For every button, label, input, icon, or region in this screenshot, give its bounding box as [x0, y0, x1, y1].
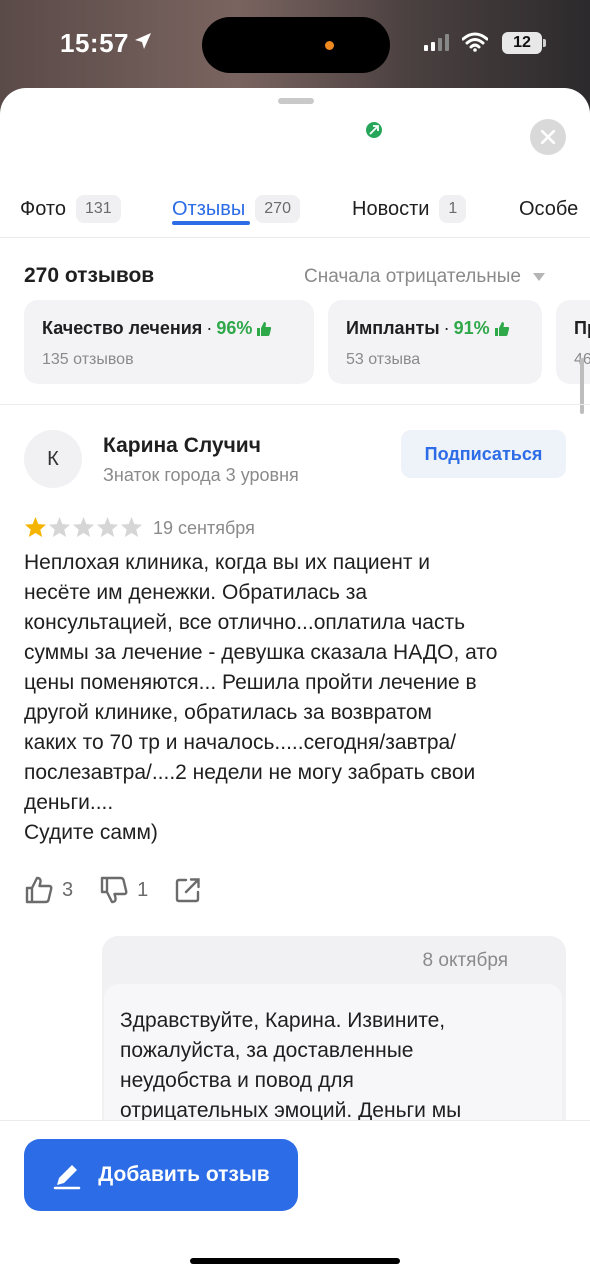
dislike-count: 1 — [137, 878, 149, 901]
tab-label: Новости — [352, 197, 430, 220]
reviews-sheet: Фото 131 Отзывы 270 Новости 1 Особе 270 … — [0, 88, 590, 1280]
aspect-name: Пр — [574, 318, 590, 338]
subscribe-button[interactable]: Подписаться — [401, 430, 566, 478]
sort-label: Сначала отрицательные — [304, 266, 521, 287]
rating-stars — [24, 516, 143, 538]
aspect-title: Качество лечения · 96% — [42, 318, 296, 339]
battery-level: 12 — [502, 32, 542, 54]
cellular-signal-icon — [424, 34, 450, 57]
chevron-down-icon — [532, 273, 545, 281]
star-icon — [96, 516, 119, 538]
home-indicator[interactable] — [190, 1258, 400, 1264]
status-bar: 15:57 12 — [0, 0, 590, 90]
dislike-button[interactable]: 1 — [99, 875, 148, 905]
pencil-icon — [54, 1165, 81, 1190]
review-author[interactable]: Карина Случич — [103, 434, 261, 458]
tab-label: Отзывы — [172, 197, 246, 220]
aspect-reviews-count: 53 отзыва — [346, 351, 421, 368]
aspect-name: Качество лечения — [42, 318, 203, 338]
thumbs-up-icon — [257, 321, 272, 336]
tab-photo[interactable]: Фото 131 — [20, 180, 121, 238]
close-button[interactable] — [530, 119, 566, 155]
star-icon — [24, 516, 47, 538]
tab-reviews[interactable]: Отзывы 270 — [172, 180, 300, 238]
star-icon — [48, 516, 71, 538]
tab-count: 1 — [439, 195, 467, 223]
review-actions: 3 1 — [24, 873, 228, 907]
tab-count: 131 — [75, 195, 121, 223]
tab-features[interactable]: Особе — [519, 180, 578, 238]
owner-reply: 8 октября Здравствуйте, Карина. Извините… — [102, 936, 566, 1146]
share-icon — [176, 878, 200, 903]
aspect-card-partial[interactable]: Пр 46 — [556, 300, 590, 384]
star-icon — [72, 516, 95, 538]
thumbs-up-icon — [25, 876, 53, 904]
share-button[interactable] — [174, 876, 202, 904]
sort-dropdown[interactable]: Сначала отрицательные — [304, 266, 545, 288]
like-count: 3 — [62, 878, 74, 901]
thumbs-up-icon — [494, 321, 509, 336]
separator: · — [443, 318, 450, 338]
aspect-card-treatment-quality[interactable]: Качество лечения · 96% 135 отзывов — [24, 300, 314, 384]
aspect-reviews-count: 135 отзывов — [42, 351, 134, 368]
wifi-icon — [461, 32, 489, 57]
aspect-percent: 91% — [453, 318, 490, 338]
add-review-button[interactable]: Добавить отзыв — [24, 1139, 298, 1211]
aspect-name: Импланты — [346, 318, 440, 338]
battery-cap — [543, 39, 546, 47]
review-text: Неплохая клиника, когда вы их пациент и … — [24, 551, 498, 844]
star-icon — [120, 516, 143, 538]
author-level: Знаток города 3 уровня — [103, 465, 299, 485]
thumbs-down-icon — [100, 876, 128, 904]
aspect-title: Импланты · 91% — [346, 318, 524, 339]
scrollbar[interactable] — [580, 358, 584, 414]
review-date: 19 сентября — [153, 518, 255, 538]
like-button[interactable]: 3 — [24, 875, 73, 905]
reply-date: 8 октября — [422, 950, 508, 971]
separator: · — [206, 318, 213, 338]
tab-bar: Фото 131 Отзывы 270 Новости 1 Особе — [0, 180, 590, 238]
tab-label: Фото — [20, 197, 66, 220]
tab-count: 270 — [255, 195, 300, 223]
tab-label: Особе — [519, 197, 579, 220]
reviews-count: 270 отзывов — [24, 264, 155, 287]
sheet-grabber[interactable] — [278, 98, 314, 104]
aspect-title: Пр — [574, 318, 590, 339]
status-time: 15:57 — [60, 28, 129, 58]
aspect-card-implants[interactable]: Импланты · 91% 53 отзыва — [328, 300, 542, 384]
active-tab-indicator — [172, 221, 250, 225]
dynamic-island — [202, 17, 390, 73]
avatar[interactable]: К — [24, 430, 82, 488]
aspect-percent: 96% — [216, 318, 253, 338]
add-review-label: Добавить отзыв — [98, 1163, 270, 1186]
tab-news[interactable]: Новости 1 — [352, 180, 467, 238]
location-arrow-icon — [134, 32, 152, 55]
divider — [0, 404, 590, 405]
verified-icon — [366, 122, 382, 138]
camera-indicator — [325, 41, 334, 50]
close-icon — [541, 130, 555, 144]
